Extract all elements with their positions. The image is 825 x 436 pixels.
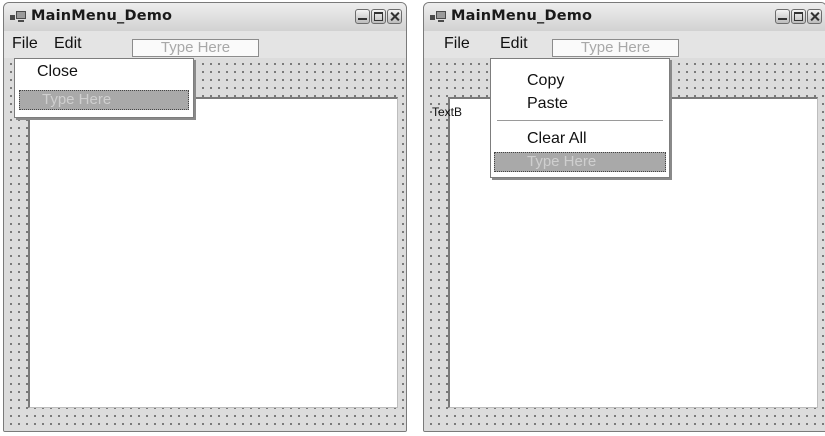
right-designer-window: MainMenu_Demo File Edit Type Here TextB … — [423, 2, 825, 432]
menu-type-here-box[interactable]: Type Here — [132, 39, 259, 57]
menu-edit[interactable]: Edit — [500, 35, 528, 53]
minimize-button[interactable] — [355, 9, 370, 24]
minimize-icon — [778, 13, 787, 20]
window-title: MainMenu_Demo — [451, 8, 593, 24]
window-controls — [775, 9, 822, 24]
dropdown-type-here[interactable]: Type Here — [19, 90, 189, 110]
maximize-icon — [374, 12, 383, 21]
menu-item-clear-all[interactable]: Clear All — [527, 130, 587, 148]
left-designer-window: MainMenu_Demo File Edit Type Here Close … — [3, 2, 407, 432]
close-button[interactable] — [807, 9, 822, 24]
minimize-icon — [358, 13, 367, 20]
edit-dropdown-menu: Copy Paste Clear All Type Here — [490, 58, 670, 178]
menu-separator — [497, 120, 663, 121]
menu-item-paste[interactable]: Paste — [527, 95, 568, 113]
close-icon — [810, 12, 819, 21]
textbox-label: TextB — [432, 105, 463, 119]
menu-item-copy[interactable]: Copy — [527, 72, 564, 90]
textbox-control[interactable] — [28, 97, 398, 408]
menu-bar: File Edit Type Here — [424, 31, 825, 58]
menu-item-close[interactable]: Close — [37, 63, 78, 81]
left-title-bar[interactable]: MainMenu_Demo — [4, 3, 406, 32]
minimize-button[interactable] — [775, 9, 790, 24]
maximize-button[interactable] — [371, 9, 386, 24]
app-icon — [430, 11, 446, 23]
maximize-button[interactable] — [791, 9, 806, 24]
menu-bar: File Edit Type Here — [4, 31, 406, 58]
menu-file[interactable]: File — [12, 35, 38, 53]
maximize-icon — [794, 12, 803, 21]
close-icon — [390, 12, 399, 21]
window-controls — [355, 9, 402, 24]
dropdown-type-here[interactable]: Type Here — [494, 152, 666, 172]
app-icon — [10, 11, 26, 23]
menu-edit[interactable]: Edit — [54, 35, 82, 53]
menu-file[interactable]: File — [444, 35, 470, 53]
menu-type-here-box[interactable]: Type Here — [552, 39, 679, 57]
file-dropdown-menu: Close Type Here — [14, 58, 194, 118]
window-title: MainMenu_Demo — [31, 8, 173, 24]
right-title-bar[interactable]: MainMenu_Demo — [424, 3, 825, 32]
close-button[interactable] — [387, 9, 402, 24]
